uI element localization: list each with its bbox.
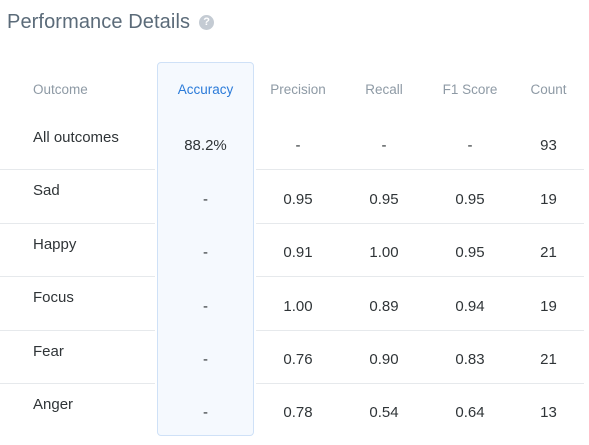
precision-cell: 1.00 <box>283 297 313 315</box>
recall-cell: 0.54 <box>369 403 399 421</box>
table-row: Focus - 1.00 0.89 0.94 19 <box>0 277 589 331</box>
recall-cell: - <box>381 137 387 154</box>
table-row: Sad - 0.95 0.95 0.95 19 <box>0 170 589 224</box>
outcome-cell: Fear <box>33 343 64 360</box>
precision-cell: 0.78 <box>283 403 313 421</box>
outcome-cell: Happy <box>33 236 77 253</box>
accuracy-cell: - <box>203 244 208 261</box>
precision-cell: 0.76 <box>283 351 313 368</box>
f1-cell: - <box>467 137 473 154</box>
outcome-cell: Sad <box>33 182 60 199</box>
outcome-cell: Anger <box>33 396 74 413</box>
column-header-accuracy[interactable]: Accuracy <box>157 62 254 117</box>
f1-cell: 0.94 <box>455 297 485 315</box>
recall-cell: 0.89 <box>369 297 399 315</box>
page-title: Performance Details <box>7 10 191 33</box>
table-row: All outcomes 88.2% - - - 93 <box>0 117 589 170</box>
table-row: Anger - 0.78 0.54 0.64 13 <box>0 384 589 436</box>
column-header-count[interactable]: Count <box>514 62 583 117</box>
accuracy-cell: - <box>203 297 208 315</box>
f1-cell: 0.95 <box>455 190 485 208</box>
precision-cell: - <box>295 137 301 154</box>
column-header-outcome: Outcome <box>33 82 88 97</box>
count-cell: 21 <box>540 351 557 368</box>
table-header-row: Outcome Accuracy Precision Recall F1 Sco… <box>0 62 589 117</box>
count-cell: 19 <box>540 297 557 315</box>
recall-cell: 1.00 <box>369 244 399 261</box>
accuracy-cell: - <box>203 403 208 421</box>
count-cell: 21 <box>540 244 557 261</box>
column-header-f1-score[interactable]: F1 Score <box>428 62 512 117</box>
precision-cell: 0.95 <box>283 190 313 208</box>
f1-cell: 0.95 <box>455 244 485 261</box>
table-row: Fear - 0.76 0.90 0.83 21 <box>0 331 589 384</box>
accuracy-cell: - <box>203 351 208 368</box>
accuracy-cell: 88.2% <box>184 137 227 154</box>
recall-cell: 0.90 <box>369 351 399 368</box>
precision-cell: 0.91 <box>283 244 313 261</box>
outcome-cell: All outcomes <box>33 129 119 146</box>
outcome-cell: Focus <box>33 289 74 306</box>
count-cell: 19 <box>540 190 557 208</box>
column-header-precision[interactable]: Precision <box>256 62 340 117</box>
recall-cell: 0.95 <box>369 190 399 208</box>
f1-cell: 0.83 <box>455 351 485 368</box>
help-icon[interactable]: ? <box>199 14 215 30</box>
f1-cell: 0.64 <box>455 403 485 421</box>
count-cell: 13 <box>540 403 557 421</box>
page-header: Performance Details ? <box>7 8 215 36</box>
accuracy-cell: - <box>203 190 208 208</box>
table-row: Happy - 0.91 1.00 0.95 21 <box>0 224 589 277</box>
column-header-recall[interactable]: Recall <box>342 62 426 117</box>
count-cell: 93 <box>540 137 557 154</box>
